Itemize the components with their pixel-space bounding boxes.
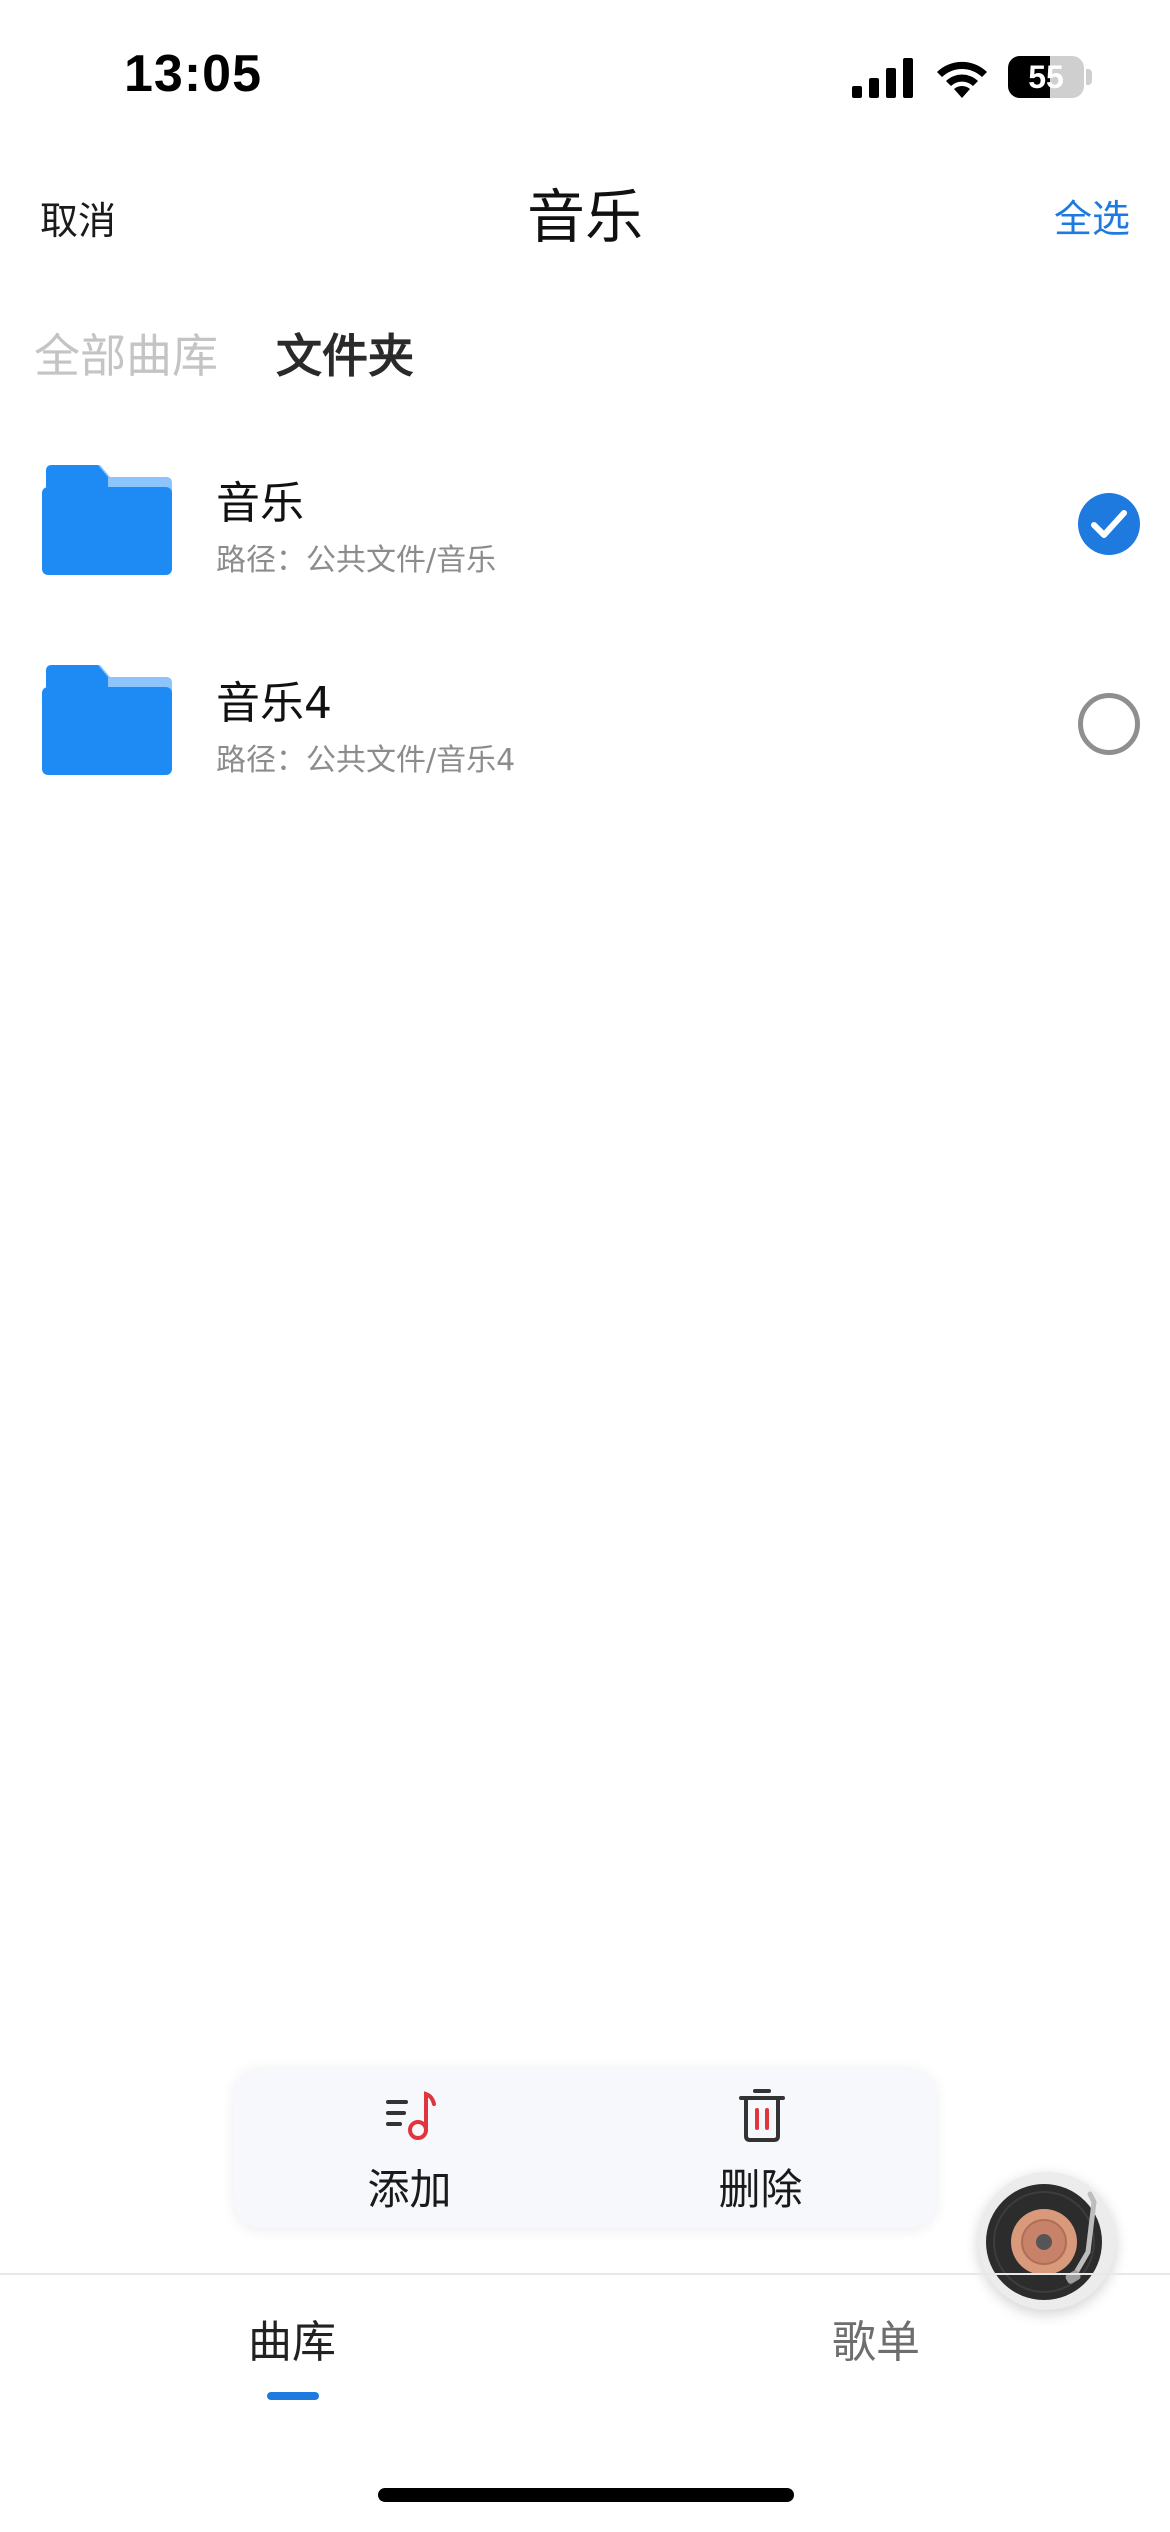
add-to-playlist-icon [386,2091,436,2140]
checkbox-unchecked[interactable] [1078,693,1140,755]
signal-icon [852,58,913,98]
tab-all-library[interactable]: 全部曲库 [34,320,218,386]
checkbox-checked[interactable] [1078,493,1140,555]
status-time: 13:05 [124,45,262,103]
tab-library[interactable]: 曲库 [248,2306,336,2370]
checkmark-icon [1091,510,1127,538]
folder-name: 音乐 [216,478,304,529]
delete-label: 删除 [718,2165,803,2214]
add-button[interactable]: 添加 [234,2068,585,2228]
home-indicator[interactable] [378,2488,794,2502]
vinyl-record-icon [986,2184,1102,2300]
status-bar: 13:05 55 [0,0,1170,150]
folder-icon [42,465,172,575]
folder-path: 路径：公共文件/音乐4 [216,743,516,778]
page-title: 音乐 [526,183,643,251]
folder-name: 音乐4 [216,678,332,729]
action-panel: 添加 删除 [234,2068,936,2228]
nav-bar: 音乐 取消 全选 [0,160,1170,270]
list-item[interactable]: 音乐4 路径：公共文件/音乐4 [0,625,1170,815]
list-item[interactable]: 音乐 路径：公共文件/音乐 [0,425,1170,615]
select-all-button[interactable]: 全选 [1054,188,1130,243]
tab-playlists[interactable]: 歌单 [832,2306,920,2370]
delete-button[interactable]: 删除 [585,2068,936,2228]
trash-icon [739,2089,785,2142]
tab-folders[interactable]: 文件夹 [276,320,414,386]
battery-icon: 55 [1008,56,1092,98]
folder-path: 路径：公共文件/音乐 [216,543,497,578]
cancel-button[interactable]: 取消 [40,190,116,245]
divider [0,2273,1170,2275]
battery-percent: 55 [1028,59,1064,95]
mini-player-button[interactable] [978,2172,1116,2310]
source-tabs: 全部曲库 文件夹 [0,300,1170,410]
add-label: 添加 [367,2165,452,2214]
active-tab-indicator [267,2392,319,2400]
folder-icon [42,665,172,775]
wifi-icon [937,61,987,98]
